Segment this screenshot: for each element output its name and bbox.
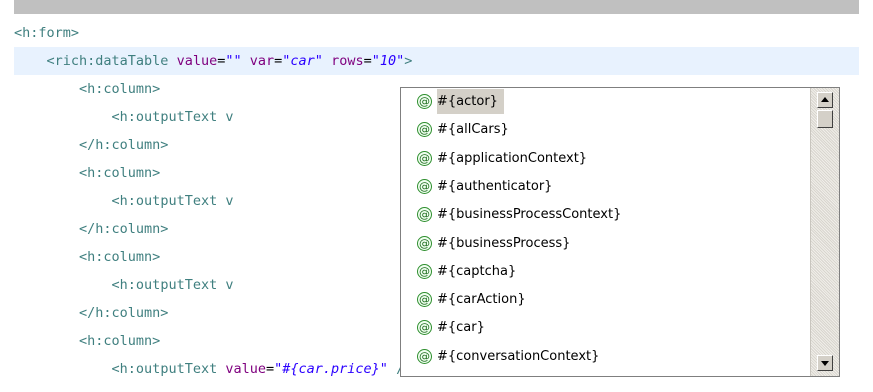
at-sign-icon: @ xyxy=(417,94,432,109)
autocomplete-item[interactable]: @ #{applicationContext} xyxy=(417,147,591,170)
autocomplete-item[interactable]: @ #{captcha} xyxy=(417,260,520,283)
at-sign-icon: @ xyxy=(417,122,432,138)
code-tag-close: > xyxy=(404,53,413,69)
at-sign-icon: @ xyxy=(417,292,432,308)
at-sign-icon: @ xyxy=(417,150,432,166)
autocomplete-scrollbar[interactable] xyxy=(810,88,839,376)
autocomplete-list: @ #{actor} @ #{allCars} @ #{applicationContex… xyxy=(401,88,810,376)
code-tag: </h:column> xyxy=(79,221,169,237)
autocomplete-item[interactable]: @ #{businessProcessContext} xyxy=(417,203,625,226)
autocomplete-popup: @ #{actor} @ #{allCars} @ #{applicationContex… xyxy=(400,87,840,377)
code-tag: <h:form> xyxy=(14,25,80,41)
at-sign-icon: @ xyxy=(417,178,432,194)
code-attribute-value: "" xyxy=(225,53,242,69)
at-sign-icon: @ xyxy=(417,207,432,223)
at-sign-icon: @ xyxy=(417,320,432,336)
autocomplete-item-label: #{businessProcess} xyxy=(437,235,571,251)
at-sign-icon: @ xyxy=(417,235,432,251)
code-attribute-name: value xyxy=(176,53,218,69)
code-line[interactable]: <h:form> xyxy=(14,19,859,47)
autocomplete-item-label: #{conversationContext} xyxy=(437,348,600,364)
code-tag: <h:outputText v xyxy=(111,277,234,293)
arrow-down-icon xyxy=(821,361,829,366)
code-tag: <h:outputText xyxy=(111,361,218,377)
code-attribute-name: var xyxy=(249,53,275,69)
autocomplete-item-label: #{allCars} xyxy=(437,122,509,138)
code-attribute-value: "10" xyxy=(371,53,405,69)
at-sign-icon: @ xyxy=(417,348,432,364)
code-line[interactable]: <rich:dataTable value="" var="car" rows=… xyxy=(14,47,859,75)
scroll-down-button[interactable] xyxy=(817,355,833,371)
autocomplete-item[interactable]: @ #{authenticator} xyxy=(417,175,556,198)
at-sign-icon: @ xyxy=(417,263,432,279)
code-attribute-name: rows xyxy=(331,53,364,69)
autocomplete-item-label: #{actor} xyxy=(437,89,504,114)
code-tag: <rich:dataTable xyxy=(46,53,169,69)
code-tag: <h:column> xyxy=(79,249,161,265)
autocomplete-item[interactable]: @ #{businessProcess} xyxy=(417,232,574,255)
code-equals: = xyxy=(363,53,372,69)
code-tag: </h:column> xyxy=(79,305,169,321)
code-tag: <h:outputText v xyxy=(111,109,234,125)
scroll-up-button[interactable] xyxy=(817,92,833,108)
autocomplete-item-label: #{carAction} xyxy=(437,292,526,308)
autocomplete-item[interactable]: @ #{carAction} xyxy=(417,288,530,311)
autocomplete-item-label: #{businessProcessContext} xyxy=(437,207,622,223)
code-tag: </h:column> xyxy=(79,137,169,153)
arrow-up-icon xyxy=(821,97,829,102)
code-attribute-name: value xyxy=(225,361,266,377)
editor-title-bar xyxy=(14,0,859,14)
code-tag: <h:column> xyxy=(79,165,161,181)
autocomplete-item[interactable]: @ #{actor} xyxy=(417,89,504,114)
autocomplete-item[interactable]: @ #{conversationContext} xyxy=(417,345,603,368)
autocomplete-item-label: #{car} xyxy=(437,320,485,336)
scroll-thumb[interactable] xyxy=(817,110,833,128)
autocomplete-item[interactable]: @ #{car} xyxy=(417,316,489,339)
code-tag: <h:outputText v xyxy=(111,193,234,209)
autocomplete-item[interactable]: @ #{allCars} xyxy=(417,118,513,141)
code-tag: <h:column> xyxy=(79,81,161,97)
autocomplete-item-label: #{applicationContext} xyxy=(437,150,588,166)
autocomplete-item-label: #{captcha} xyxy=(437,263,517,279)
code-attribute-value: "#{car.price}" xyxy=(274,361,388,377)
code-equals: = xyxy=(266,361,275,377)
code-attribute-value: "car" xyxy=(282,53,323,69)
autocomplete-item-label: #{authenticator} xyxy=(437,178,553,194)
code-tag: <h:column> xyxy=(79,333,161,349)
